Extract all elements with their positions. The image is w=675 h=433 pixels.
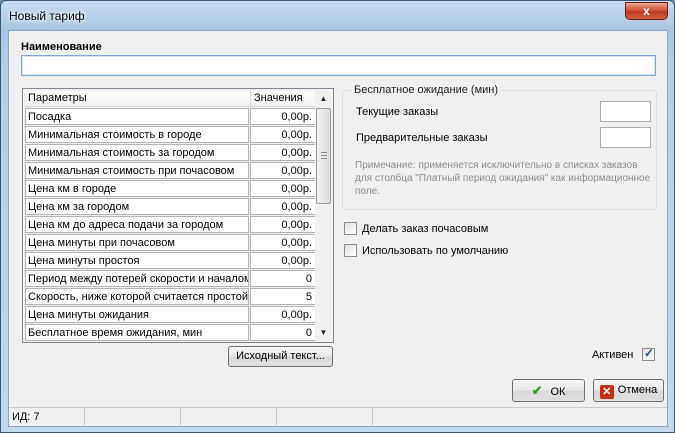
param-name-cell: Бесплатное время ожидания, мин [25, 324, 250, 341]
cancel-label: Отмена [617, 384, 658, 396]
hourly-checkbox-row[interactable]: Делать заказ почасовым [344, 222, 488, 235]
param-name-cell: Минимальная стоимость при почасовом [25, 162, 250, 179]
params-grid: Параметры Значения Посадка 0,00р. Минималь… [22, 88, 334, 343]
param-value-cell[interactable]: 0 [250, 324, 316, 341]
status-id: ИД: 7 [9, 408, 85, 426]
grip-line [321, 158, 327, 159]
close-button[interactable]: x [625, 2, 668, 20]
param-value-cell[interactable]: 0,00р. [250, 234, 316, 251]
prelim-orders-label: Предварительные заказы [356, 132, 488, 144]
active-checkbox[interactable]: ✓ [642, 346, 655, 361]
close-icon: x [643, 4, 650, 18]
status-bar: ИД: 7 [9, 407, 667, 426]
param-value-cell[interactable]: 0,00р. [250, 144, 316, 161]
param-name-cell: Цена минуты при почасовом [25, 234, 250, 251]
source-text-button[interactable]: Исходный текст... [228, 346, 333, 367]
param-value-cell[interactable]: 0,00р. [250, 180, 316, 197]
table-row[interactable]: Цена км в городе 0,00р. [25, 180, 317, 198]
param-name-cell: Минимальная стоимость в городе [25, 126, 250, 143]
param-value-cell[interactable]: 0,00р. [250, 198, 316, 215]
title-bar[interactable]: Новый тариф x [1, 1, 674, 31]
table-row[interactable]: Бесплатное время ожидания, мин 0 [25, 324, 317, 342]
param-value-cell[interactable]: 0,00р. [250, 216, 316, 233]
table-row[interactable]: Цена минуты ожидания 0,00р. [25, 306, 317, 324]
name-label: Наименование [21, 41, 102, 53]
status-panel [181, 408, 277, 426]
table-row[interactable]: Период между потерей скорости и началом 0 [25, 270, 317, 288]
name-input[interactable] [21, 55, 656, 76]
table-row[interactable]: Цена км за городом 0,00р. [25, 198, 317, 216]
note-text: Примечание: применяется исключительно в … [355, 160, 651, 197]
param-value-cell[interactable]: 5 [250, 288, 316, 305]
table-row[interactable]: Скорость, ниже которой считается простой… [25, 288, 317, 306]
grid-header: Параметры Значения [25, 91, 317, 107]
ok-label: ОК [550, 386, 566, 398]
param-name-cell: Минимальная стоимость за городом [25, 144, 250, 161]
ok-button[interactable]: ✔ ОК [512, 379, 585, 402]
grip-line [321, 152, 327, 153]
checkmark-icon: ✓ [644, 346, 655, 360]
table-row[interactable]: Цена минуты при почасовом 0,00р. [25, 234, 317, 252]
window-title: Новый тариф [9, 9, 85, 23]
active-label: Активен [592, 349, 634, 361]
param-value-cell[interactable]: 0,00р. [250, 252, 316, 269]
param-name-cell: Цена км за городом [25, 198, 250, 215]
param-value-cell[interactable]: 0,00р. [250, 162, 316, 179]
current-orders-label: Текущие заказы [356, 106, 439, 118]
default-label: Использовать по умолчанию [362, 244, 509, 257]
scroll-down-icon[interactable]: ▼ [315, 324, 332, 341]
status-panel [277, 408, 373, 426]
hourly-label: Делать заказ почасовым [362, 222, 489, 235]
grid-rows: Посадка 0,00р. Минимальная стоимость в гор… [25, 108, 317, 342]
param-name-cell: Цена км до адреса подачи за городом [25, 216, 250, 233]
param-name-cell: Посадка [25, 108, 250, 125]
param-value-cell[interactable]: 0,00р. [250, 108, 316, 125]
param-value-cell[interactable]: 0,00р. [250, 126, 316, 143]
hourly-checkbox[interactable] [344, 222, 357, 235]
status-panel [85, 408, 181, 426]
param-name-cell: Скорость, ниже которой считается простой [25, 288, 250, 305]
table-row[interactable]: Минимальная стоимость в городе 0,00р. [25, 126, 317, 144]
param-value-cell[interactable]: 0 [250, 270, 316, 287]
param-value-cell[interactable]: 0,00р. [250, 306, 316, 323]
param-name-cell: Цена км в городе [25, 180, 250, 197]
checkmark-icon: ✔ [531, 383, 543, 398]
table-row[interactable]: Цена минуты простоя 0,00р. [25, 252, 317, 270]
param-name-cell: Период между потерей скорости и началом [25, 270, 250, 287]
column-header-params[interactable]: Параметры [25, 91, 251, 107]
dialog-window: Новый тариф x Наименование Параметры Зна… [0, 0, 675, 433]
table-row[interactable]: Цена км до адреса подачи за городом 0,00р… [25, 216, 317, 234]
current-orders-input[interactable] [600, 101, 651, 122]
prelim-orders-input[interactable] [600, 127, 651, 148]
table-row[interactable]: Посадка 0,00р. [25, 108, 317, 126]
default-checkbox-row[interactable]: Использовать по умолчанию [344, 244, 508, 257]
scroll-thumb[interactable] [316, 108, 331, 204]
free-wait-legend: Бесплатное ожидание (мин) [351, 84, 502, 96]
dialog-body: Наименование Параметры Значения Посадка 0… [8, 30, 668, 427]
table-row[interactable]: Минимальная стоимость при почасовом 0,00р… [25, 162, 317, 180]
free-wait-group: Бесплатное ожидание (мин) Текущие заказы… [342, 84, 657, 210]
cancel-icon: ✕ [599, 385, 614, 399]
grip-line [321, 155, 327, 156]
param-name-cell: Цена минуты простоя [25, 252, 250, 269]
grid-scrollbar[interactable]: ▲ ▼ [315, 90, 332, 341]
cancel-button[interactable]: ✕ Отмена [593, 379, 664, 402]
scroll-up-icon[interactable]: ▲ [315, 90, 332, 107]
param-name-cell: Цена минуты ожидания [25, 306, 250, 323]
column-header-values[interactable]: Значения [251, 91, 317, 107]
table-row[interactable]: Минимальная стоимость за городом 0,00р. [25, 144, 317, 162]
default-checkbox[interactable] [344, 244, 357, 257]
